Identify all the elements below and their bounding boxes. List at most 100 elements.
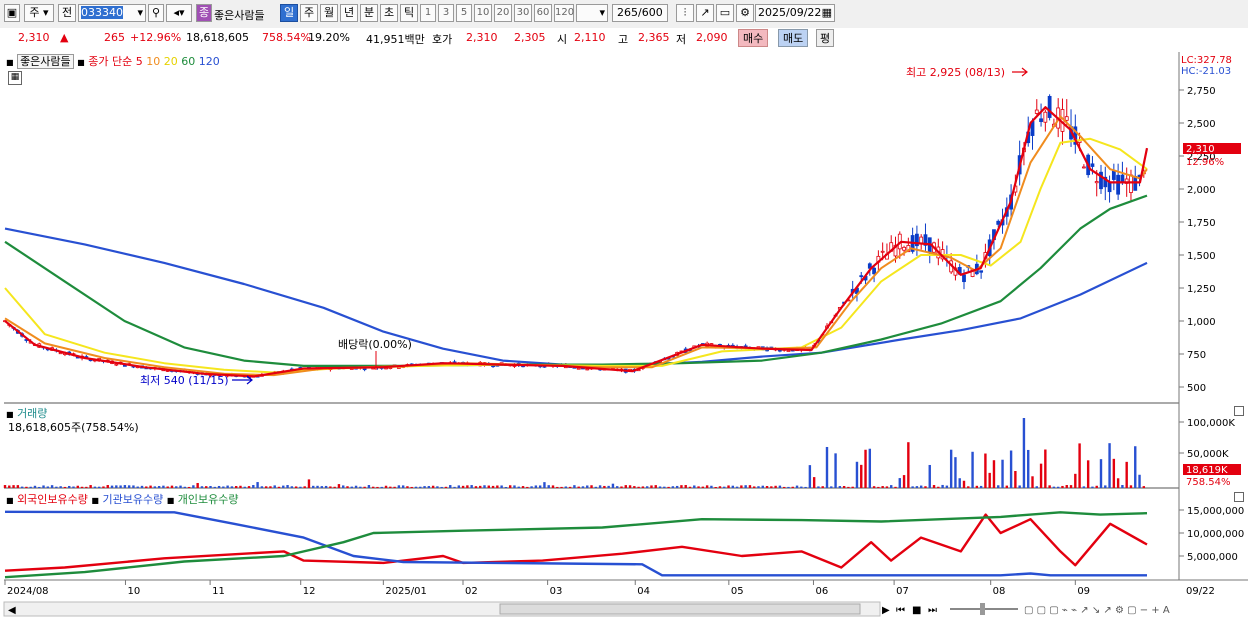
draw-icon[interactable]: ↗ (696, 4, 714, 22)
volume-bar (376, 486, 379, 488)
volume-bar (329, 486, 332, 488)
volume-bar (1125, 461, 1128, 488)
interval-select[interactable]: ▾ (576, 4, 608, 22)
volume-bar (170, 485, 174, 488)
volume-bar (423, 486, 426, 488)
pane-close-icon[interactable] (1234, 492, 1244, 502)
tools-icon[interactable]: ▢ ▢ ▢ ⌁ ⌁ ↗ ↘ ↗ ⚙ ▢ − + A (1024, 605, 1170, 616)
volume-bar (307, 479, 311, 488)
chart-area[interactable]: 5007501,0001,2501,5001,7502,0002,2502,50… (0, 48, 1248, 621)
pane-dot-icon: ■ (166, 496, 175, 505)
count-total: /600 (638, 6, 663, 19)
candle-body (114, 363, 119, 366)
volume-bar (234, 486, 238, 488)
interval-120[interactable]: 120 (554, 4, 574, 22)
volume-bar (928, 464, 931, 488)
stop-icon[interactable]: ■ (912, 605, 921, 616)
period-week[interactable]: 주 (300, 4, 318, 22)
save-icon[interactable]: ▭ (716, 4, 734, 22)
volume-bar (881, 486, 884, 488)
volume-bar (1116, 478, 1120, 488)
volume-bar (277, 486, 281, 488)
volume-bar (1056, 486, 1060, 488)
volume-bar (757, 486, 760, 488)
interval-10[interactable]: 10 (474, 4, 492, 22)
volume-bar (543, 482, 546, 488)
interval-30[interactable]: 30 (514, 4, 532, 22)
period-tick[interactable]: 틱 (400, 4, 418, 22)
x-tick-label: 2025/01 (385, 586, 427, 597)
gear-icon[interactable]: ⚙ (736, 4, 754, 22)
legend-ma60: 60 (181, 55, 196, 68)
buy-button[interactable]: 매수 (738, 29, 769, 47)
pane-close-icon[interactable] (1234, 406, 1244, 416)
candle-icon[interactable]: ⫶ (676, 4, 694, 22)
calculator-icon[interactable]: ▦ (8, 71, 22, 85)
volume-bar (187, 486, 191, 488)
scroll-left-icon[interactable]: ◀ (8, 605, 16, 616)
legend-ma20: 20 (163, 55, 178, 68)
volume-bar (389, 486, 392, 488)
candle-body (122, 364, 127, 367)
volume-bar (821, 486, 824, 488)
interval-60[interactable]: 60 (534, 4, 552, 22)
volume-bar (620, 486, 623, 488)
period-minute[interactable]: 분 (360, 4, 378, 22)
volume-bar (320, 486, 324, 488)
sell-button[interactable]: 매도 (778, 29, 809, 47)
x-tick-label: 07 (896, 586, 909, 597)
volume-bar (431, 485, 435, 488)
volume-bar (761, 485, 764, 488)
bid1: 2,310 (466, 31, 498, 44)
volume-bar (911, 486, 914, 488)
volume-bar (25, 486, 28, 488)
date-input[interactable]: 2025/09/22 ▦ (755, 4, 835, 22)
candle-body (1120, 174, 1125, 182)
volume-bar (1009, 450, 1013, 488)
volume-bar (1138, 474, 1141, 488)
calendar-icon[interactable]: ▦ (822, 5, 832, 21)
interval-20[interactable]: 20 (494, 4, 512, 22)
interval-5[interactable]: 5 (456, 4, 472, 22)
pane-dot-icon: ■ (6, 410, 14, 419)
volume-bar (12, 485, 15, 488)
last-icon[interactable]: ⏭ (928, 605, 937, 616)
volume-bar (877, 486, 880, 488)
prev-button[interactable]: 전 (58, 4, 76, 22)
h-scrollbar-thumb[interactable] (499, 603, 861, 615)
x-tick-label: 10 (127, 586, 140, 597)
market-select[interactable]: 주 ▾ (24, 4, 54, 22)
candle-body (362, 368, 367, 371)
volume-bar (491, 485, 495, 488)
volume-bar (885, 486, 889, 488)
volume-bar (851, 486, 854, 488)
candle-body (962, 274, 966, 283)
volume-bar (1121, 485, 1124, 488)
interval-1[interactable]: 1 (420, 4, 436, 22)
volume-bar (157, 486, 161, 488)
period-second[interactable]: 초 (380, 4, 398, 22)
scroll-right-icon[interactable]: ▶ (882, 605, 890, 616)
window-icon[interactable]: ▣ (4, 4, 20, 22)
volume-bar (688, 486, 692, 488)
volume-bar (804, 486, 807, 488)
interval-3[interactable]: 3 (438, 4, 454, 22)
hc-label: HC:-21.03 (1181, 66, 1231, 77)
first-icon[interactable]: ⏮ (896, 605, 905, 616)
volume-bar (1129, 485, 1133, 488)
search-icon[interactable]: ⚲ (148, 4, 164, 22)
speaker-icon[interactable]: ◂▾ (166, 4, 192, 22)
count-input[interactable]: 265/600 (612, 4, 668, 22)
code-input[interactable]: 033340 ▾ (78, 4, 146, 22)
price-tick-label: 2,500 (1187, 119, 1216, 130)
volume-bar (217, 485, 221, 488)
market-label: 주 (29, 6, 40, 19)
period-year[interactable]: 년 (340, 4, 358, 22)
legend-stock-name[interactable]: 좋은사람들 (17, 54, 74, 69)
bid2: 2,305 (514, 31, 546, 44)
period-day[interactable]: 일 (280, 4, 298, 22)
zoom-slider-handle[interactable] (980, 603, 985, 615)
period-month[interactable]: 월 (320, 4, 338, 22)
eval-button[interactable]: 평 (816, 29, 835, 47)
volume-bar (153, 486, 157, 488)
